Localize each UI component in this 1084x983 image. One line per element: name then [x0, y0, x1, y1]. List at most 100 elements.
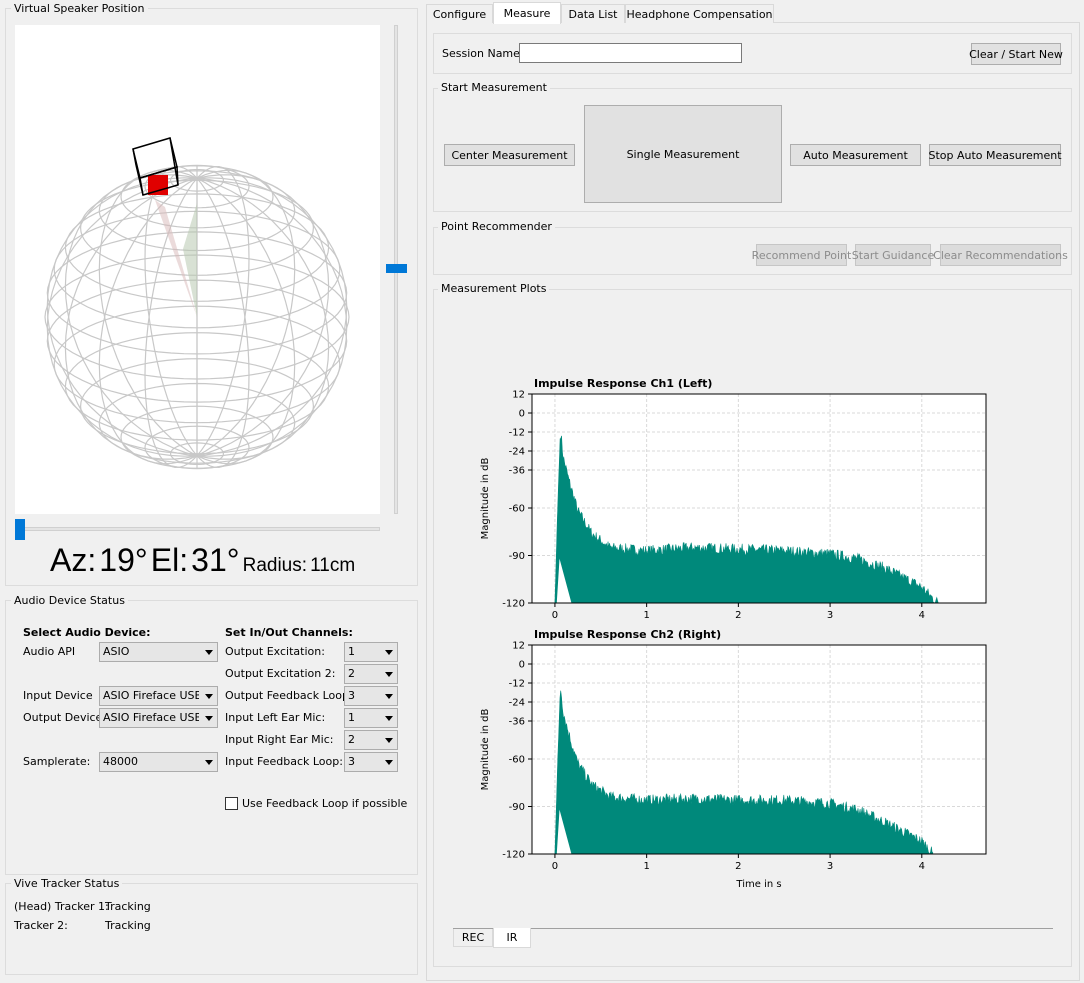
el-label: El: — [150, 542, 189, 578]
elevation-slider-handle[interactable] — [386, 264, 407, 273]
y-tick-label: 0 — [519, 660, 525, 671]
channel-label: Input Feedback Loop: — [225, 755, 343, 768]
point-recommender-title: Point Recommender — [438, 220, 555, 233]
y-tick-label: -24 — [509, 447, 525, 458]
start-guidance-button[interactable]: Start Guidance — [852, 244, 934, 266]
x-tick-label: 0 — [552, 861, 558, 872]
chevron-down-icon — [205, 716, 213, 721]
tab-rec[interactable]: REC — [453, 929, 493, 947]
channel-label: Input Left Ear Mic: — [225, 711, 326, 724]
az-label: Az: — [50, 542, 97, 578]
audio-device-title: Audio Device Status — [11, 594, 128, 607]
x-tick-label: 0 — [552, 610, 558, 621]
audio-api-combo[interactable]: ASIO — [99, 642, 218, 662]
session-name-input[interactable] — [519, 43, 742, 63]
channel-combo[interactable]: 1 — [344, 642, 398, 662]
y-tick-label: -12 — [509, 679, 525, 690]
chevron-down-icon — [385, 694, 393, 699]
channel-combo[interactable]: 1 — [344, 708, 398, 728]
audio-api-label: Audio API — [23, 645, 76, 658]
tracker1-label: (Head) Tracker 1: — [14, 900, 109, 913]
y-tick-label: 12 — [512, 641, 525, 652]
stop-auto-measurement-button[interactable]: Stop Auto Measurement — [928, 144, 1062, 166]
channel-label: Output Excitation 2: — [225, 667, 336, 680]
sphere-viewport[interactable] — [15, 25, 380, 514]
chevron-down-icon — [385, 738, 393, 743]
tab-measure[interactable]: Measure — [493, 2, 561, 24]
position-readout: Az: 19° El: 31° Radius: 11cm — [50, 542, 355, 579]
start-measurement-title: Start Measurement — [438, 81, 550, 94]
samplerate-combo[interactable]: 48000 — [99, 752, 218, 772]
plot-tabs-line — [453, 928, 1053, 929]
tracker2-label: Tracker 2: — [14, 919, 68, 932]
impulse-response-plots: 0 1 2 3 4120-12-24-36-60-90-120Impulse Respo… — [480, 377, 987, 890]
sphere-longitude-line — [196, 174, 330, 457]
clear-start-new-button[interactable]: Clear / Start New — [969, 43, 1063, 65]
chevron-down-icon — [385, 672, 393, 677]
y-tick-label: 12 — [512, 390, 525, 401]
measurement-plots-title: Measurement Plots — [438, 282, 550, 295]
session-name-label: Session Name: — [442, 47, 524, 60]
tracker2-status: Tracking — [105, 919, 151, 932]
chevron-down-icon — [385, 650, 393, 655]
x-tick-label: 3 — [827, 861, 833, 872]
input-device-label: Input Device — [23, 689, 93, 702]
auto-measurement-button[interactable]: Auto Measurement — [790, 144, 921, 166]
channel-combo[interactable]: 3 — [344, 686, 398, 706]
radius-label: Radius: — [242, 555, 308, 576]
y-tick-label: -36 — [509, 717, 525, 728]
x-axis-label: Time in s — [735, 879, 781, 890]
chevron-down-icon — [205, 760, 213, 765]
single-measurement-button[interactable]: Single Measurement — [584, 105, 782, 203]
x-tick-label: 4 — [919, 861, 925, 872]
el-value: 31° — [191, 542, 240, 578]
y-axis-label: Magnitude in dB — [480, 709, 491, 791]
x-tick-label: 2 — [735, 861, 741, 872]
y-tick-label: -24 — [509, 698, 525, 709]
tab-headphone-compensation[interactable]: Headphone Compensation — [625, 4, 774, 23]
x-tick-label: 1 — [643, 861, 649, 872]
recommend-point-button[interactable]: Recommend Point — [752, 244, 851, 266]
center-measurement-button[interactable]: Center Measurement — [444, 144, 575, 166]
x-tick-label: 1 — [643, 610, 649, 621]
radius-value: 11cm — [310, 555, 356, 576]
samplerate-label: Samplerate: — [23, 755, 91, 768]
output-device-combo[interactable]: ASIO Fireface USB ( — [99, 708, 218, 728]
y-tick-label: -120 — [502, 599, 525, 610]
ir-plot: 0 1 2 3 4120-12-24-36-60-90-120Impulse Respo… — [480, 377, 987, 621]
azimuth-slider-handle[interactable] — [15, 519, 25, 540]
tab-data-list[interactable]: Data List — [561, 4, 625, 23]
channel-label: Output Excitation: — [225, 645, 325, 658]
clear-recommendations-button[interactable]: Clear Recommendations — [933, 244, 1068, 266]
elevation-wedge — [183, 203, 197, 317]
chevron-down-icon — [385, 760, 393, 765]
x-tick-label: 4 — [919, 610, 925, 621]
wireframe-sphere — [44, 137, 350, 470]
feedback-loop-checkbox[interactable] — [225, 797, 238, 810]
y-tick-label: -60 — [509, 755, 525, 766]
speaker-position-title: Virtual Speaker Position — [11, 2, 148, 15]
y-tick-label: -120 — [502, 850, 525, 861]
tab-configure[interactable]: Configure — [426, 4, 493, 23]
channel-combo[interactable]: 2 — [344, 664, 398, 684]
chevron-down-icon — [205, 650, 213, 655]
azimuth-slider-track[interactable] — [15, 527, 380, 531]
channel-label: Output Feedback Loop: — [225, 689, 353, 702]
channel-label: Input Right Ear Mic: — [225, 733, 334, 746]
input-device-combo[interactable]: ASIO Fireface USB ( — [99, 686, 218, 706]
y-tick-label: -36 — [509, 466, 525, 477]
x-tick-label: 2 — [735, 610, 741, 621]
y-tick-label: -90 — [509, 551, 525, 562]
y-axis-label: Magnitude in dB — [480, 458, 491, 540]
tracker1-status: Tracking — [105, 900, 151, 913]
select-device-heading: Select Audio Device: — [23, 626, 151, 639]
plot-title: Impulse Response Ch2 (Right) — [534, 628, 721, 641]
output-device-label: Output Device — [23, 711, 103, 724]
sphere-longitude-line — [64, 177, 198, 460]
y-tick-label: -90 — [509, 802, 525, 813]
channel-combo[interactable]: 2 — [344, 730, 398, 750]
channel-combo[interactable]: 3 — [344, 752, 398, 772]
ir-plot: 0 1 2 3 4120-12-24-36-60-90-120Impulse Respo… — [480, 628, 987, 890]
tab-ir[interactable]: IR — [493, 928, 531, 948]
x-tick-label: 3 — [827, 610, 833, 621]
